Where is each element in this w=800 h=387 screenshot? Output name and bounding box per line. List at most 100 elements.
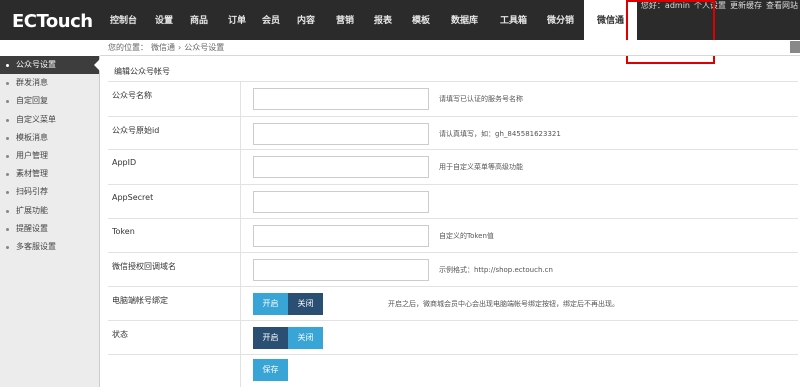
nav-settings[interactable]: 设置 xyxy=(147,0,181,40)
save-button[interactable]: 保存 xyxy=(253,359,288,381)
bullet-icon xyxy=(6,118,9,122)
bullet-icon xyxy=(6,227,9,231)
nav-content[interactable]: 内容 xyxy=(285,0,327,40)
bind-on-button[interactable]: 开启 xyxy=(253,293,288,315)
form-label: Token xyxy=(112,227,135,236)
bullet-icon xyxy=(6,136,9,140)
form-label: 电脑端帐号绑定 xyxy=(112,296,168,305)
form-label: AppSecret xyxy=(112,193,154,202)
status-on-button[interactable]: 开启 xyxy=(253,327,288,349)
sidebar-item-label: 群发消息 xyxy=(16,78,48,88)
sidebar-item[interactable]: 模板消息 xyxy=(0,129,99,147)
bullet-icon xyxy=(6,191,9,195)
bullet-icon xyxy=(6,64,9,67)
sidebar-item-label: 素材管理 xyxy=(16,169,48,179)
sidebar-item-label: 公众号设置 xyxy=(16,60,56,69)
text-input[interactable] xyxy=(253,156,429,178)
text-input[interactable] xyxy=(253,88,429,110)
sidebar-item[interactable]: 扩展功能 xyxy=(0,202,99,220)
divider xyxy=(240,321,241,354)
bind-toggle[interactable]: 开启 关闭 xyxy=(253,293,323,315)
breadcrumb-parent[interactable]: 微信通 xyxy=(151,43,175,52)
form-hint: 请认真填写，如：gh_845581623321 xyxy=(439,130,561,138)
divider xyxy=(240,253,241,286)
form-label: 微信授权回调域名 xyxy=(112,262,176,271)
sidebar-item[interactable]: 群发消息 xyxy=(0,74,99,92)
main-nav: 控制台 设置 商品 订单 会员 内容 营销 报表 模板 数据库 工具箱 微分销 微信通 xyxy=(100,0,637,40)
nav-members[interactable]: 会员 xyxy=(257,0,285,40)
sidebar-item[interactable]: 用户管理 xyxy=(0,147,99,165)
sidebar-item-label: 模板消息 xyxy=(16,132,48,142)
nav-wechat[interactable]: 微信通 xyxy=(584,0,637,40)
form-row-bind: 电脑端帐号绑定 开启 关闭 开启之后，微商城会员中心会出现电脑端帐号绑定按钮，绑… xyxy=(108,287,798,321)
nav-database[interactable]: 数据库 xyxy=(439,0,490,40)
nav-orders[interactable]: 订单 xyxy=(217,0,257,40)
bullet-icon xyxy=(6,82,9,86)
nav-templates[interactable]: 模板 xyxy=(403,0,439,40)
divider xyxy=(240,150,241,184)
top-link[interactable]: 您好：admin xyxy=(641,1,690,10)
top-link[interactable]: 更新缓存 xyxy=(730,1,762,10)
nav-marketing[interactable]: 营销 xyxy=(327,0,363,40)
nav-distribution[interactable]: 微分销 xyxy=(537,0,584,40)
top-navigation-bar: ECTouch 控制台 设置 商品 订单 会员 内容 营销 报表 模板 数据库 工具箱 微分销 微信通 … xyxy=(0,0,800,40)
form-label: 状态 xyxy=(112,330,128,339)
breadcrumb-prefix: 您的位置： xyxy=(108,43,148,52)
form-row: 公众号原始id 请认真填写，如：gh_845581623321 xyxy=(108,117,798,150)
sidebar-item-label: 自定回复 xyxy=(16,96,48,106)
sidebar-item-label: 扫码引荐 xyxy=(16,187,48,197)
form-row: Token 自定义的Token值 xyxy=(108,219,798,253)
sidebar-item[interactable]: 多客服设置 xyxy=(0,238,99,256)
form-label: AppID xyxy=(112,158,137,167)
form-hint: 示例格式：http://shop.ectouch.cn xyxy=(439,266,553,274)
bullet-icon xyxy=(6,100,9,104)
bullet-icon xyxy=(6,173,9,177)
bullet-icon xyxy=(6,154,9,158)
status-toggle[interactable]: 开启 关闭 xyxy=(253,327,323,349)
sidebar-item[interactable]: 扫码引荐 xyxy=(0,183,99,201)
form-row: 公众号名称 请填写已认证的服务号名称 xyxy=(108,82,798,117)
divider xyxy=(240,82,241,116)
text-input[interactable] xyxy=(253,191,429,213)
breadcrumb-separator: › xyxy=(178,43,182,52)
divider xyxy=(240,185,241,218)
divider xyxy=(240,287,241,320)
breadcrumb: 您的位置： 微信通 › 公众号设置 xyxy=(108,41,227,54)
form-label: 公众号原始id xyxy=(112,126,160,135)
divider xyxy=(240,117,241,149)
divider xyxy=(240,219,241,252)
nav-goods[interactable]: 商品 xyxy=(181,0,217,40)
nav-dashboard[interactable]: 控制台 xyxy=(100,0,147,40)
form-title: 编辑公众号帐号 xyxy=(108,62,798,82)
form-row: AppID 用于自定义菜单等高级功能 xyxy=(108,150,798,185)
text-input[interactable] xyxy=(253,259,429,281)
sidebar-item[interactable]: 公众号设置 xyxy=(0,56,100,75)
top-link[interactable]: 查看网站 xyxy=(766,1,798,10)
sidebar-item-label: 扩展功能 xyxy=(16,205,48,215)
text-input[interactable] xyxy=(253,123,429,145)
form-hint: 开启之后，微商城会员中心会出现电脑端帐号绑定按钮，绑定后不再出现。 xyxy=(388,300,619,308)
collapse-button[interactable] xyxy=(790,41,800,53)
form-row: 微信授权回调域名 示例格式：http://shop.ectouch.cn xyxy=(108,253,798,287)
form-row-save xyxy=(108,355,798,387)
form-hint: 请填写已认证的服务号名称 xyxy=(439,95,523,103)
sidebar-item[interactable]: 自定回复 xyxy=(0,92,99,110)
breadcrumb-current: 公众号设置 xyxy=(184,43,225,52)
bind-off-button[interactable]: 关闭 xyxy=(288,293,323,315)
sidebar: 公众号设置群发消息自定回复自定义菜单模板消息用户管理素材管理扫码引荐扩展功能提醒… xyxy=(0,56,100,387)
bullet-icon xyxy=(6,245,9,249)
text-input[interactable] xyxy=(253,225,429,247)
ectouch-logo: ECTouch xyxy=(12,11,93,32)
form-label: 公众号名称 xyxy=(112,91,152,100)
divider xyxy=(240,355,241,387)
sidebar-item[interactable]: 自定义菜单 xyxy=(0,111,99,129)
status-off-button[interactable]: 关闭 xyxy=(288,327,323,349)
top-link[interactable]: 个人设置 xyxy=(694,1,726,10)
nav-reports[interactable]: 报表 xyxy=(363,0,403,40)
sidebar-item[interactable]: 素材管理 xyxy=(0,165,99,183)
sidebar-item-label: 提醒设置 xyxy=(16,223,48,233)
nav-toolbox[interactable]: 工具箱 xyxy=(490,0,537,40)
sidebar-item-label: 自定义菜单 xyxy=(16,114,56,124)
main-content: 编辑公众号帐号 公众号名称 请填写已认证的服务号名称公众号原始id 请认真填写，如：… xyxy=(100,56,800,387)
sidebar-item[interactable]: 提醒设置 xyxy=(0,220,99,238)
